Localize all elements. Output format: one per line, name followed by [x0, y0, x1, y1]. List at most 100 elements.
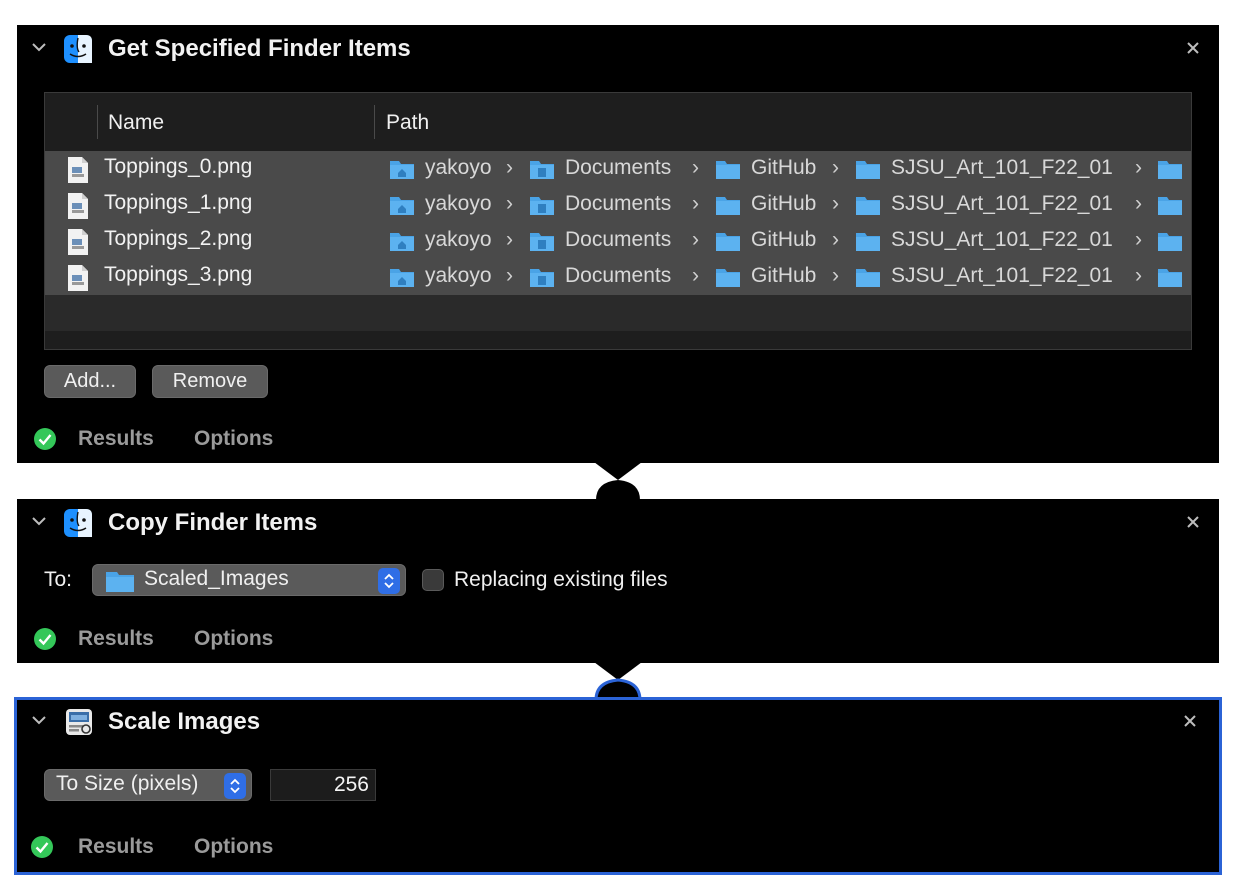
action-title: Copy Finder Items: [108, 509, 318, 536]
action-scale-images[interactable]: Scale Images To Size (pixels) 256 Result…: [14, 697, 1222, 875]
column-header-name[interactable]: Name: [108, 111, 164, 135]
action-get-specified-finder-items[interactable]: Get Specified Finder Items Name Path Top…: [17, 25, 1219, 463]
destination-popup[interactable]: Scaled_Images: [92, 564, 406, 596]
documents-folder-icon: [530, 197, 554, 215]
folder-icon: [716, 161, 740, 179]
path-separator: ›: [1135, 192, 1142, 215]
size-pixels-field[interactable]: 256: [270, 769, 376, 801]
folder-icon: [1158, 161, 1182, 179]
options-tab[interactable]: Options: [194, 427, 273, 451]
table-row[interactable]: Toppings_1.png yakoyo › Documents › GitH…: [45, 187, 1191, 223]
folder-icon: [716, 269, 740, 287]
remove-button[interactable]: Remove: [152, 365, 268, 398]
folder-icon: [856, 161, 880, 179]
action-footer: Results Options: [17, 625, 1219, 655]
path-separator: ›: [506, 192, 513, 215]
column-separator[interactable]: [97, 105, 98, 139]
close-icon[interactable]: [1185, 514, 1201, 530]
chevron-down-icon[interactable]: [31, 513, 47, 529]
column-separator[interactable]: [374, 105, 375, 139]
replacing-label: Replacing existing files: [454, 568, 668, 591]
chevron-down-icon[interactable]: [31, 39, 47, 55]
chevron-down-icon[interactable]: [31, 712, 47, 728]
documents-folder-icon: [530, 269, 554, 287]
options-tab[interactable]: Options: [194, 835, 273, 859]
popup-stepper: [378, 568, 400, 594]
path-separator: ›: [692, 192, 699, 215]
png-file-icon: [68, 193, 88, 219]
replacing-checkbox[interactable]: [422, 569, 444, 591]
action-copy-finder-items[interactable]: Copy Finder Items To: Scaled_Images Repl…: [17, 499, 1219, 663]
finder-icon: [64, 509, 92, 537]
folder-icon: [716, 197, 740, 215]
table-empty-row: [45, 295, 1191, 331]
scale-mode-popup[interactable]: To Size (pixels): [44, 769, 252, 801]
popup-stepper: [224, 773, 246, 799]
documents-folder-icon: [530, 161, 554, 179]
path-separator: ›: [832, 228, 839, 251]
checkmark-circle-icon: [34, 428, 56, 450]
documents-folder-icon: [530, 233, 554, 251]
scale-mode-value: To Size (pixels): [56, 772, 199, 795]
action-connector: [594, 662, 642, 702]
results-tab[interactable]: Results: [78, 427, 154, 451]
table-row[interactable]: Toppings_2.png yakoyo › Documents › GitH…: [45, 223, 1191, 259]
action-title: Scale Images: [108, 708, 261, 735]
preview-icon: [66, 709, 92, 735]
action-footer: Results Options: [17, 425, 1219, 455]
folder-icon: [106, 572, 134, 592]
add-button[interactable]: Add...: [44, 365, 136, 398]
chevron-updown-icon: [384, 573, 394, 589]
folder-icon: [856, 269, 880, 287]
file-name: Toppings_3.png: [104, 263, 253, 286]
path-separator: ›: [692, 156, 699, 179]
file-path: yakoyo › Documents › GitHub › SJSU_Art_1…: [389, 262, 1191, 292]
finder-icon: [64, 35, 92, 63]
file-name: Toppings_1.png: [104, 191, 253, 214]
action-header: Copy Finder Items: [17, 499, 1219, 549]
path-separator: ›: [692, 228, 699, 251]
action-connector: [594, 462, 642, 500]
finder-items-table[interactable]: Name Path Toppings_0.png yakoyo › Docume…: [44, 92, 1192, 350]
destination-value: Scaled_Images: [144, 567, 289, 590]
close-icon[interactable]: [1185, 40, 1201, 56]
action-header: Scale Images: [17, 700, 1219, 750]
home-folder-icon: [390, 269, 414, 287]
file-name: Toppings_0.png: [104, 155, 253, 178]
table-row[interactable]: Toppings_3.png yakoyo › Documents › GitH…: [45, 259, 1191, 295]
png-file-icon: [68, 265, 88, 291]
close-icon[interactable]: [1182, 713, 1198, 729]
path-separator: ›: [506, 156, 513, 179]
folder-icon: [856, 233, 880, 251]
path-separator: ›: [506, 228, 513, 251]
action-title: Get Specified Finder Items: [108, 35, 411, 62]
folder-icon: [1158, 233, 1182, 251]
file-name: Toppings_2.png: [104, 227, 253, 250]
chevron-updown-icon: [230, 778, 240, 794]
path-separator: ›: [832, 156, 839, 179]
png-file-icon: [68, 157, 88, 183]
folder-icon: [1158, 269, 1182, 287]
to-label: To:: [44, 568, 73, 591]
folder-icon: [1158, 197, 1182, 215]
path-separator: ›: [692, 264, 699, 287]
results-tab[interactable]: Results: [78, 835, 154, 859]
table-rows: Toppings_0.png yakoyo › Documents › GitH…: [45, 151, 1191, 295]
column-header-path[interactable]: Path: [386, 111, 429, 135]
table-header: Name Path: [45, 93, 1191, 151]
folder-icon: [856, 197, 880, 215]
file-path: yakoyo › Documents › GitHub › SJSU_Art_1…: [389, 226, 1191, 256]
checkmark-circle-icon: [31, 836, 53, 858]
table-row[interactable]: Toppings_0.png yakoyo › Documents › GitH…: [45, 151, 1191, 187]
home-folder-icon: [390, 233, 414, 251]
results-tab[interactable]: Results: [78, 627, 154, 651]
path-separator: ›: [832, 192, 839, 215]
file-path: yakoyo › Documents › GitHub › SJSU_Art_1…: [389, 190, 1191, 220]
action-footer: Results Options: [17, 833, 1219, 863]
folder-icon: [716, 233, 740, 251]
home-folder-icon: [390, 197, 414, 215]
options-tab[interactable]: Options: [194, 627, 273, 651]
path-separator: ›: [506, 264, 513, 287]
checkmark-circle-icon: [34, 628, 56, 650]
path-separator: ›: [1135, 228, 1142, 251]
